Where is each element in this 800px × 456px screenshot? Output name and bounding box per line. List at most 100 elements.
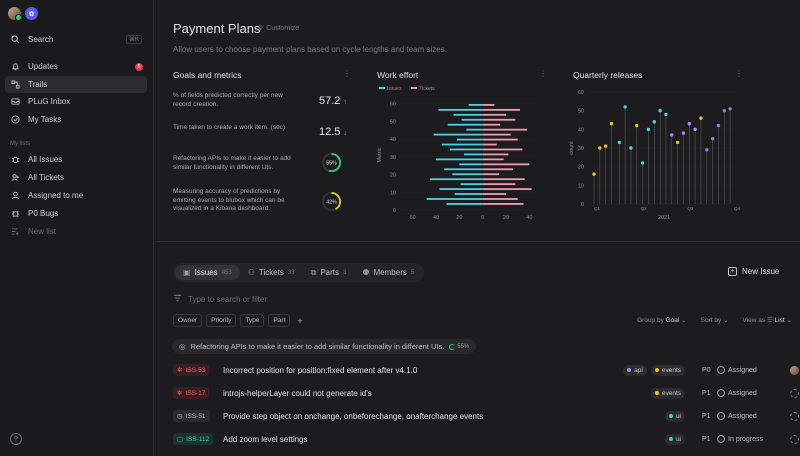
search-button[interactable]: Search ⌘K <box>5 31 147 48</box>
new-issue-label: New Issue <box>742 267 780 276</box>
bar-tickets <box>482 198 518 200</box>
x-tick-label: 40 <box>433 215 439 221</box>
view-as-dropdown[interactable]: View as ☰ List ⌄ <box>743 316 793 324</box>
x-tick-label: Q2 <box>641 206 648 211</box>
help-icon[interactable]: ? <box>10 433 22 445</box>
bar-issues <box>468 104 483 106</box>
main-content: Payment Plans ⚲ Customize Allow users to… <box>155 0 800 456</box>
bar-tickets <box>482 153 509 156</box>
tab-parts[interactable]: ⧉ Parts 3 <box>303 265 355 280</box>
filter-chip-owner[interactable]: Owner <box>173 314 203 327</box>
user-icon <box>10 191 20 201</box>
sidebar-item-all-tickets[interactable]: All Tickets <box>5 169 147 186</box>
filter-chip-type[interactable]: Type <box>240 314 265 327</box>
search-icon <box>10 35 20 45</box>
avatar[interactable] <box>790 365 799 375</box>
sidebar-item-updates[interactable]: Updates 5 <box>5 58 147 75</box>
bar-issues <box>438 108 483 111</box>
view-options: Group by Goal ⌄ Sort by ⌄ View as ☰ List… <box>637 316 792 324</box>
data-point <box>609 122 614 126</box>
customize-button[interactable]: ⚲ Customize <box>258 24 300 33</box>
tab-tickets[interactable]: ⚇ Tickets 33 <box>240 265 303 280</box>
sidebar-item-new-list[interactable]: New list <box>5 223 147 240</box>
sidebar-item-plug-inbox[interactable]: PLuG Inbox <box>5 93 147 110</box>
bar-issues <box>461 118 483 121</box>
x-tick-label: Q4 <box>734 206 741 211</box>
y-tick-label: 20 <box>578 165 584 171</box>
avatar-placeholder-icon[interactable] <box>790 434 799 444</box>
table-row[interactable]: ◷ ISS-51 Provide step object on onchange,… <box>173 407 800 425</box>
sort-by-dropdown[interactable]: Sort by ⌄ <box>701 316 729 324</box>
priority: P1 <box>702 389 711 397</box>
status[interactable]: → Assigned <box>717 389 757 397</box>
data-point <box>592 172 596 176</box>
bar-issues <box>436 158 483 161</box>
priority: P1 <box>702 435 711 443</box>
tag-events[interactable]: events <box>650 387 685 399</box>
tab-issues[interactable]: ▣ Issues 453 <box>175 265 240 280</box>
sidebar-item-assigned-to-me[interactable]: Assigned to me <box>5 187 147 204</box>
group-by-dropdown[interactable]: Group by Goal ⌄ <box>637 316 687 324</box>
bar-tickets <box>482 163 530 166</box>
goal-group-text: Refactoring APIs to make it easier to ad… <box>190 342 445 351</box>
progress-ring-icon <box>449 343 456 350</box>
bar-tickets <box>482 113 506 116</box>
tag-ui[interactable]: ui <box>664 410 685 422</box>
data-point <box>664 112 668 117</box>
avatar-placeholder-icon[interactable] <box>790 388 799 398</box>
legend-label: Tickets <box>419 86 435 92</box>
add-filter-icon[interactable]: + <box>297 316 302 326</box>
tab-label: Tickets <box>258 268 284 277</box>
data-point <box>646 127 651 132</box>
tag-ui[interactable]: ui <box>664 433 685 445</box>
sidebar-item-my-tasks[interactable]: My Tasks <box>5 111 147 128</box>
metric-text: % of fields predicted correctly per new … <box>173 92 283 108</box>
bar-issues <box>447 123 483 126</box>
goals-more-icon[interactable]: ⋮ <box>343 69 351 78</box>
bar-issues <box>459 163 483 166</box>
tag-events[interactable]: events <box>650 364 685 376</box>
avatar-placeholder-icon[interactable] <box>790 411 799 421</box>
table-row[interactable]: ▢ ISS-112 Add zoom level settings ui P1 →… <box>173 430 800 448</box>
filter-chip-part[interactable]: Part <box>268 314 291 327</box>
tab-label: Members <box>373 268 407 277</box>
tab-count: 33 <box>287 269 295 276</box>
search-label: Search <box>28 35 54 44</box>
y-tick-label: 0 <box>581 202 584 208</box>
status[interactable]: → Assigned <box>717 366 757 374</box>
sidebar-item-p0-bugs[interactable]: P0 Bugs <box>5 205 147 222</box>
app-logo-icon[interactable]: ✿ <box>25 7 38 20</box>
filter-chip-priority[interactable]: Priority <box>206 314 237 327</box>
priority: P0 <box>702 366 711 374</box>
bar-issues <box>460 183 483 186</box>
quarterly-releases-more-icon[interactable]: ⋮ <box>735 69 743 78</box>
issue-tags: ui <box>664 410 685 422</box>
customize-label: Customize <box>266 24 300 32</box>
sidebar-item-label: All Issues <box>28 155 63 164</box>
new-issue-button[interactable]: + New Issue <box>728 267 779 276</box>
data-point <box>652 120 656 124</box>
y-tick-label: 30 <box>578 146 584 152</box>
ticket-icon <box>10 173 20 183</box>
tag-api[interactable]: api <box>623 364 647 376</box>
tab-members[interactable]: ⚉ Members 5 <box>354 265 422 280</box>
sidebar: ✿ Search ⌘K Updates 5 Trails PLuG Inbox … <box>0 0 154 456</box>
y-tick-label: 30 <box>390 155 396 161</box>
parts-icon: ⧉ <box>310 267 317 277</box>
sidebar-item-trails[interactable]: Trails <box>5 76 147 93</box>
status[interactable]: → Assigned <box>717 412 757 420</box>
table-row[interactable]: ✲ ISS-53 Incorrect position for position:… <box>173 361 800 379</box>
updates-badge: 5 <box>135 62 143 71</box>
work-effort-more-icon[interactable]: ⋮ <box>539 69 547 78</box>
bar-tickets <box>482 183 516 186</box>
sidebar-item-all-issues[interactable]: All Issues <box>5 151 147 168</box>
filter-input[interactable]: Type to search or filter <box>173 294 267 304</box>
metric-text: Time taken to create a work item. (sec) <box>173 124 286 131</box>
user-avatar[interactable] <box>8 7 22 21</box>
status[interactable]: → In progress <box>717 435 763 443</box>
table-row[interactable]: ✲ ISS-17 introjs-helperLayer could not ge… <box>173 384 800 402</box>
tab-count: 5 <box>410 269 415 276</box>
issue-id: ✲ ISS-53 <box>173 364 210 376</box>
goal-group-header[interactable]: ◎ Refactoring APIs to make it easier to … <box>172 339 477 354</box>
bell-icon <box>10 62 20 72</box>
